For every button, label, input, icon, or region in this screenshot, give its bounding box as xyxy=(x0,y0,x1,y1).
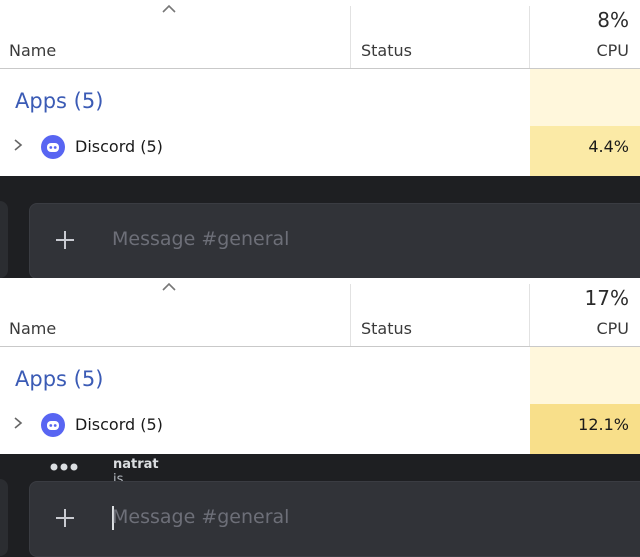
message-input-placeholder[interactable]: Message #general xyxy=(112,228,289,250)
discord-panel-2: natrat is typing... Message #general xyxy=(0,454,640,557)
column-divider[interactable] xyxy=(350,284,351,346)
column-cpu-header[interactable]: CPU xyxy=(596,41,629,60)
cpu-total-percent[interactable]: 17% xyxy=(585,286,629,310)
column-header: Name Status 17% CPU xyxy=(0,278,640,347)
apps-group-label: Apps (5) xyxy=(15,89,104,113)
column-status-header[interactable]: Status xyxy=(361,319,412,338)
process-cpu-value: 4.4% xyxy=(588,137,629,156)
chevron-up-icon[interactable] xyxy=(160,280,178,294)
column-name-header[interactable]: Name xyxy=(9,319,56,338)
column-cpu-header[interactable]: CPU xyxy=(596,319,629,338)
cpu-total-percent[interactable]: 8% xyxy=(597,8,629,32)
discord-panel-1: Message #general xyxy=(0,176,640,278)
task-manager-panel-1: Name Status 8% CPU Apps (5) Discord (5) … xyxy=(0,0,640,176)
process-row-label[interactable]: Discord (5) xyxy=(75,415,163,434)
column-divider[interactable] xyxy=(529,284,530,346)
column-status-header[interactable]: Status xyxy=(361,41,412,60)
discord-icon xyxy=(41,413,65,437)
process-row-label[interactable]: Discord (5) xyxy=(75,137,163,156)
column-name-header[interactable]: Name xyxy=(9,41,56,60)
sidebar-edge xyxy=(0,201,8,278)
chevron-up-icon[interactable] xyxy=(160,2,178,16)
chevron-right-icon[interactable] xyxy=(12,138,24,152)
chevron-right-icon[interactable] xyxy=(12,416,24,430)
apps-group-label: Apps (5) xyxy=(15,367,104,391)
plus-icon[interactable] xyxy=(53,506,77,530)
task-manager-panel-2: Name Status 17% CPU Apps (5) Discord (5)… xyxy=(0,278,640,454)
column-divider[interactable] xyxy=(529,6,530,68)
typing-dots-icon xyxy=(50,463,78,471)
discord-icon xyxy=(41,135,65,159)
sidebar-edge xyxy=(0,479,8,556)
plus-icon[interactable] xyxy=(53,228,77,252)
column-divider[interactable] xyxy=(350,6,351,68)
process-cpu-value: 12.1% xyxy=(578,415,629,434)
message-input-placeholder[interactable]: Message #general xyxy=(112,506,289,528)
column-header: Name Status 8% CPU xyxy=(0,0,640,69)
